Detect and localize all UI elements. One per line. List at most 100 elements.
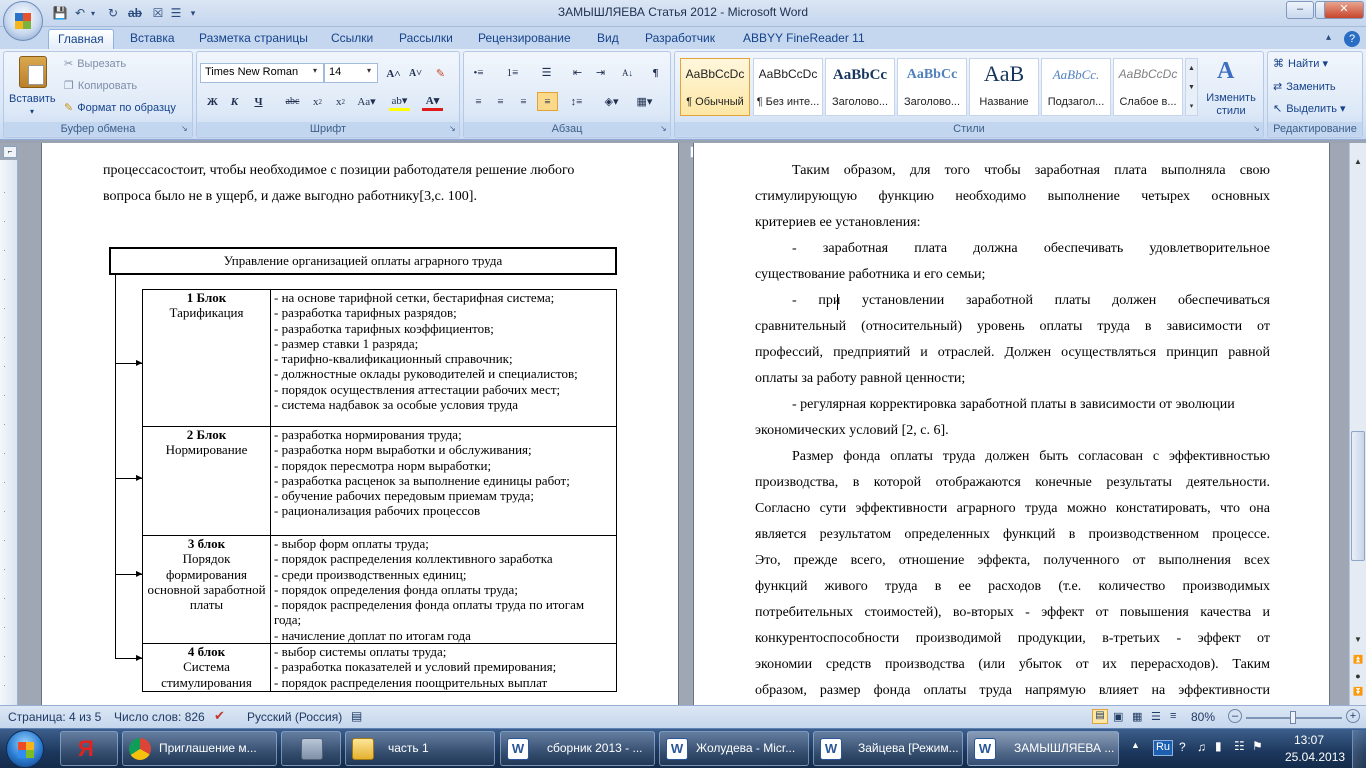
font-size-dropdown-icon[interactable]: ▾ [367, 66, 371, 75]
bold-icon[interactable]: Ж [202, 92, 223, 111]
office-button[interactable] [3, 1, 43, 41]
underline-icon[interactable]: Ч [248, 92, 269, 111]
line-spacing-icon[interactable]: ↕≡ [566, 92, 587, 111]
shading-icon[interactable]: ◈▾ [601, 92, 622, 111]
tab-home[interactable]: Главная [48, 29, 114, 49]
ribbon-minimize-icon[interactable]: ▴ [1326, 32, 1331, 43]
clipboard-launcher-icon[interactable]: ↘ [181, 124, 188, 133]
styles-launcher-icon[interactable]: ↘ [1253, 124, 1260, 133]
volume-icon[interactable]: ♫ [1197, 740, 1206, 754]
clear-format-icon[interactable]: ✎ [430, 64, 451, 83]
show-marks-icon[interactable]: ¶ [645, 63, 666, 82]
font-name-dropdown-icon[interactable]: ▾ [313, 66, 317, 75]
taskbar-folder[interactable]: часть 1 [345, 731, 495, 766]
justify-icon[interactable]: ≡ [537, 92, 558, 111]
font-name-box[interactable]: Times New Roman [200, 63, 324, 83]
view-draft-icon[interactable]: ≡ [1170, 710, 1176, 722]
zoom-level[interactable]: 80% [1191, 710, 1215, 724]
numbering-icon[interactable]: 1≡ [502, 63, 523, 82]
redo-icon[interactable]: ↻ [104, 4, 122, 22]
zoom-in-icon[interactable]: + [1346, 709, 1360, 723]
multilevel-list-icon[interactable]: ☰ [536, 63, 557, 82]
show-desktop-button[interactable] [1352, 730, 1366, 768]
highlight-icon[interactable]: ab▾ [389, 92, 410, 111]
taskbar-word-zamyshlyaeva[interactable]: W ЗАМЫШЛЯЕВА ... [967, 731, 1119, 766]
battery-icon[interactable]: ▮ [1215, 739, 1222, 753]
tab-review[interactable]: Рецензирование [469, 29, 580, 49]
language-indicator[interactable]: Русский (Россия) [247, 710, 342, 724]
start-button[interactable] [6, 730, 44, 768]
macro-record-icon[interactable]: ▤ [351, 709, 362, 723]
style-title[interactable]: AaB Название [969, 58, 1039, 116]
borders-icon[interactable]: ▦▾ [634, 92, 655, 111]
strikethrough-icon[interactable]: abc [282, 92, 303, 111]
style-heading-1[interactable]: AaBbCc Заголово... [825, 58, 895, 116]
shrink-font-icon[interactable]: A˅ [405, 64, 426, 83]
scroll-up-icon[interactable]: ▲ [1351, 157, 1365, 171]
taskbar-word-zaitseva[interactable]: W Зайцева [Режим... [813, 731, 963, 766]
bullets-icon[interactable]: •≡ [468, 63, 489, 82]
tab-abbyy[interactable]: ABBYY FineReader 11 [734, 29, 874, 49]
next-page-icon[interactable]: ⏬ [1351, 687, 1365, 701]
scroll-thumb[interactable] [1351, 431, 1365, 561]
window-close-button[interactable]: ✕ [1324, 1, 1364, 19]
minimize-button[interactable]: – [1286, 1, 1314, 19]
change-styles-button[interactable]: A Изменить стили [1203, 57, 1259, 119]
network-icon[interactable]: ☷ [1234, 739, 1245, 753]
close-all-qat-icon[interactable]: ☒ [149, 4, 167, 22]
subscript-icon[interactable]: x2 [307, 92, 328, 111]
find-button[interactable]: ⌘ Найти ▾ [1273, 57, 1328, 70]
superscript-icon[interactable]: x2 [330, 92, 351, 111]
tray-show-hidden-icon[interactable]: ▲ [1131, 740, 1140, 750]
align-left-icon[interactable]: ≡ [468, 92, 489, 111]
ruler-toggle-icon[interactable]: ⌐ [3, 146, 17, 158]
sort-icon[interactable]: A↓ [617, 63, 638, 82]
copy-button[interactable]: ❐ Копировать [64, 79, 137, 92]
language-indicator-tray[interactable]: Ru [1153, 740, 1173, 756]
view-print-layout-icon[interactable]: ▤ [1092, 709, 1108, 724]
undo-dropdown-icon[interactable]: ▾ [88, 4, 98, 22]
zoom-out-icon[interactable]: – [1228, 709, 1242, 723]
strikethrough-qat-icon[interactable]: ab [126, 4, 144, 22]
replace-button[interactable]: ⇄ Заменить [1273, 80, 1336, 93]
style-normal[interactable]: AaBbCcDc ¶ Обычный [680, 58, 750, 116]
view-web-layout-icon[interactable]: ▦ [1132, 710, 1142, 723]
paste-button[interactable]: Вставить ▾ [6, 54, 60, 116]
style-subtitle[interactable]: AaBbCc. Подзагол... [1041, 58, 1111, 116]
taskbar-yandex[interactable]: Я [60, 731, 118, 766]
zoom-slider-thumb[interactable] [1290, 711, 1296, 724]
align-center-icon[interactable]: ≡ [490, 92, 511, 111]
view-outline-icon[interactable]: ☰ [1151, 710, 1161, 723]
notification-icon[interactable]: ⚑ [1252, 739, 1263, 753]
clock-time[interactable]: 13:07 [1294, 733, 1324, 747]
style-subtle-emphasis[interactable]: AaBbCcDc Слабое в... [1113, 58, 1183, 116]
browse-object-icon[interactable]: ● [1351, 671, 1365, 685]
page-count[interactable]: Страница: 4 из 5 [8, 710, 101, 724]
font-color-icon[interactable]: A▾ [422, 92, 443, 111]
grow-font-icon[interactable]: A˄ [383, 64, 404, 83]
change-case-icon[interactable]: Aa▾ [356, 92, 377, 111]
save-icon[interactable]: 💾 [51, 4, 69, 22]
clock-date[interactable]: 25.04.2013 [1285, 750, 1345, 764]
scroll-down-icon[interactable]: ▼ [1351, 635, 1365, 649]
tab-insert[interactable]: Вставка [121, 29, 184, 49]
taskbar-chrome[interactable]: Приглашение м... [122, 731, 277, 766]
tab-page-layout[interactable]: Разметка страницы [190, 29, 317, 49]
zoom-slider[interactable] [1246, 711, 1342, 724]
taskbar-word-zholudeva[interactable]: W Жолудева - Micr... [659, 731, 809, 766]
cut-button[interactable]: ✂ Вырезать [64, 57, 126, 70]
right-page[interactable]: Таким образом, для того чтобы заработная… [693, 143, 1330, 705]
tab-developer[interactable]: Разработчик [636, 29, 724, 49]
tab-references[interactable]: Ссылки [322, 29, 382, 49]
undo-icon[interactable]: ↶ [71, 4, 89, 22]
prev-page-icon[interactable]: ⏫ [1351, 655, 1365, 669]
help-icon[interactable]: ? [1344, 31, 1360, 47]
word-count[interactable]: Число слов: 826 [114, 710, 205, 724]
select-button[interactable]: ↖ Выделить ▾ [1273, 102, 1346, 115]
tab-mailings[interactable]: Рассылки [390, 29, 462, 49]
taskbar-calculator[interactable] [281, 731, 341, 766]
style-heading-2[interactable]: AaBbCc Заголово... [897, 58, 967, 116]
increase-indent-icon[interactable]: ⇥ [590, 63, 611, 82]
help-tray-icon[interactable]: ? [1179, 740, 1186, 754]
vertical-scrollbar[interactable]: ▲ ▼ ⏫ ● ⏬ [1349, 143, 1366, 705]
